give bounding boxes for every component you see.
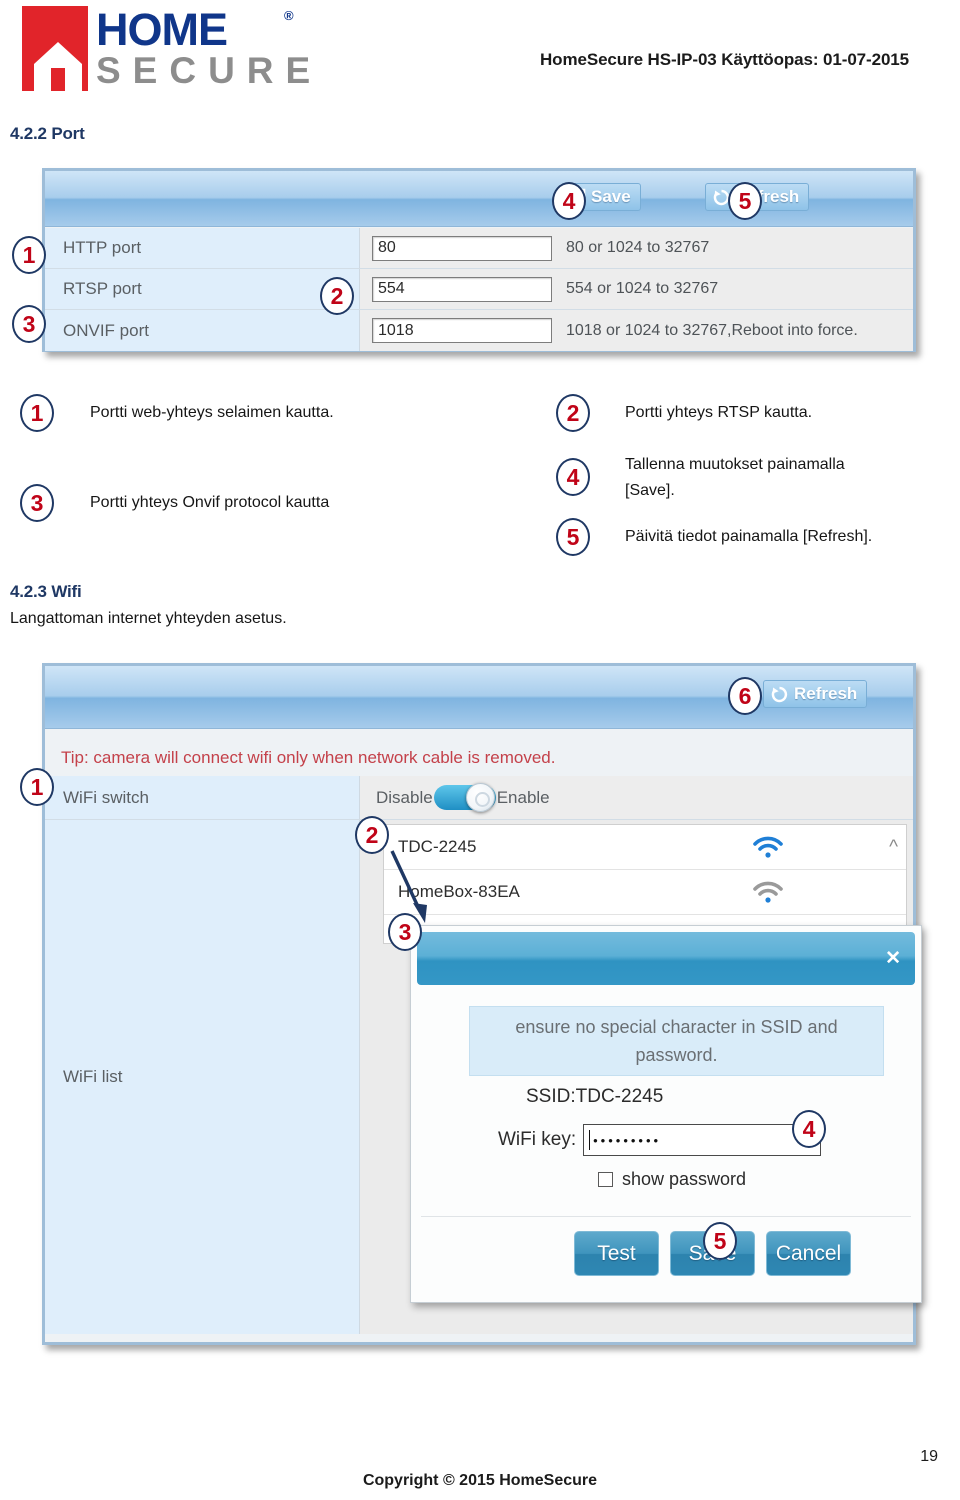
refresh-button[interactable]: Refresh [763,680,868,708]
show-password-row[interactable]: show password [598,1169,746,1190]
cancel-button[interactable]: Cancel [766,1231,851,1276]
document-title: HomeSecure HS-IP-03 Käyttöopas: 01-07-20… [540,50,910,69]
refresh-button-label: Refresh [794,684,858,703]
legend-text-1: Portti web-yhteys selaimen kautta. [90,404,334,421]
logo-red-square [22,6,88,91]
wifi-switch-row[interactable]: WiFi switch Disable Enable [45,776,913,820]
legend-badge-1: 1 [20,394,54,432]
callout-badge-3: 3 [12,305,46,343]
section-heading-port: 4.2.2 Port [10,124,85,143]
callout-badge-5: 5 [728,182,762,220]
wifi-signal-strong-icon [752,836,784,865]
callout-badge-wifi-1: 1 [20,768,54,806]
footer-copyright: Copyright © 2015 HomeSecure [362,1472,598,1489]
dialog-separator [421,1216,911,1217]
wifi-key-label: WiFi key: [498,1129,577,1150]
legend-text-4-line2: [Save]. [625,482,675,499]
text-caret [589,1130,591,1150]
wifi-toolbar: Refresh [45,666,913,729]
close-x-icon[interactable]: ✕ [885,947,901,970]
list-item[interactable]: TDC-2245 ^ [384,825,906,870]
row-label-wifi-switch: WiFi switch [45,776,360,819]
row-body-rtsp-port: 554 554 or 1024 to 32767 [360,269,913,309]
show-password-label: show password [622,1169,747,1189]
page-number: 19 [920,1448,938,1465]
callout-badge-2: 2 [320,277,354,315]
legend-text-3: Portti yhteys Onvif protocol kautta [90,494,330,511]
port-toolbar: Save Refresh [45,171,913,227]
callout-badge-wifi-4: 4 [792,1110,826,1148]
section-subtitle-wifi: Langattoman internet yhteyden asetus. [10,610,287,627]
test-button[interactable]: Test [574,1231,659,1276]
table-row[interactable]: ONVIF port 1018 1018 or 1024 to 32767,Re… [45,310,913,351]
registered-trademark-icon: ® [284,8,294,23]
onvif-port-input[interactable]: 1018 [372,318,552,343]
toggle-disable-label: Disable [376,787,433,807]
section-heading-wifi: 4.2.3 Wifi [10,582,82,601]
dialog-ssid-text: SSID:TDC-2245 [526,1086,664,1107]
row-body-http-port: 80 80 or 1024 to 32767 [360,228,913,268]
wifi-key-dialog: ✕ ensure no special character in SSID an… [410,925,922,1303]
wifi-key-input[interactable]: ••••••••• [583,1124,822,1156]
toggle-enable-label: Enable [496,787,550,807]
callout-badge-1: 1 [12,236,46,274]
legend-badge-3: 3 [20,484,54,522]
wifi-tip-text: Tip: camera will connect wifi only when … [61,748,556,767]
legend-text-4-line1: Tallenna muutokset painamalla [625,456,845,473]
refresh-circular-arrows-icon [771,686,788,702]
callout-badge-wifi-6: 6 [728,677,762,715]
onvif-port-hint: 1018 or 1024 to 32767,Reboot into force. [566,321,858,339]
logo-text-secure: SECURE [96,50,323,91]
list-item[interactable]: HomeBox-83EA [384,870,906,915]
wifi-ssid-label: HomeBox-83EA [398,882,520,901]
row-label-onvif-port: ONVIF port [45,310,360,351]
dialog-note: ensure no special character in SSID and … [469,1006,884,1076]
callout-badge-4: 4 [552,182,586,220]
legend-text-2: Portti yhteys RTSP kautta. [625,404,813,421]
table-row[interactable]: RTSP port 554 554 or 1024 to 32767 [45,269,913,310]
dialog-note-line2: password. [635,1045,718,1065]
http-port-hint: 80 or 1024 to 32767 [566,239,710,256]
legend-badge-2: 2 [556,394,590,432]
legend-badge-4: 4 [556,458,590,496]
wifi-signal-weak-icon [752,881,784,910]
save-button-label: Save [591,187,631,206]
dialog-key-row: WiFi key: ••••••••• [498,1124,822,1156]
callout-badge-wifi-2: 2 [355,816,389,854]
dialog-titlebar: ✕ [417,932,915,985]
callout-badge-wifi-3: 3 [388,913,422,951]
row-body-onvif-port: 1018 1018 or 1024 to 32767,Reboot into f… [360,310,913,351]
wifi-switch-toggle[interactable]: Disable Enable [376,783,550,812]
homesecure-logo: HOME ® SECURE [22,4,310,96]
wifi-ssid-label: TDC-2245 [398,837,477,856]
wifi-key-value: ••••••••• [593,1132,662,1148]
toggle-track[interactable] [433,783,496,812]
http-port-input[interactable]: 80 [372,235,552,261]
document-header: HOME ® SECURE HomeSecure HS-IP-03 Käyttö… [0,0,960,105]
logo-text-home: HOME [96,4,228,55]
row-label-rtsp-port: RTSP port [45,269,360,309]
dialog-note-line1: ensure no special character in SSID and [515,1017,838,1037]
chevron-up-icon[interactable]: ^ [889,837,898,859]
callout-badge-wifi-5: 5 [703,1222,737,1260]
house-icon [34,42,82,91]
legend-badge-5: 5 [556,518,590,556]
row-body-wifi-switch: Disable Enable [360,776,913,819]
legend-text-5: Päivitä tiedot painamalla [Refresh]. [625,528,873,545]
row-label-http-port: HTTP port [45,228,360,268]
rtsp-port-input[interactable]: 554 [372,276,552,302]
row-label-wifi-list: WiFi list [45,820,360,1334]
rtsp-port-hint: 554 or 1024 to 32767 [566,280,719,297]
port-settings-screenshot: Save Refresh HTTP port 80 80 or 1024 to … [42,168,916,352]
table-row[interactable]: HTTP port 80 80 or 1024 to 32767 [45,228,913,269]
toggle-knob[interactable] [465,783,495,812]
show-password-checkbox[interactable] [598,1172,613,1187]
